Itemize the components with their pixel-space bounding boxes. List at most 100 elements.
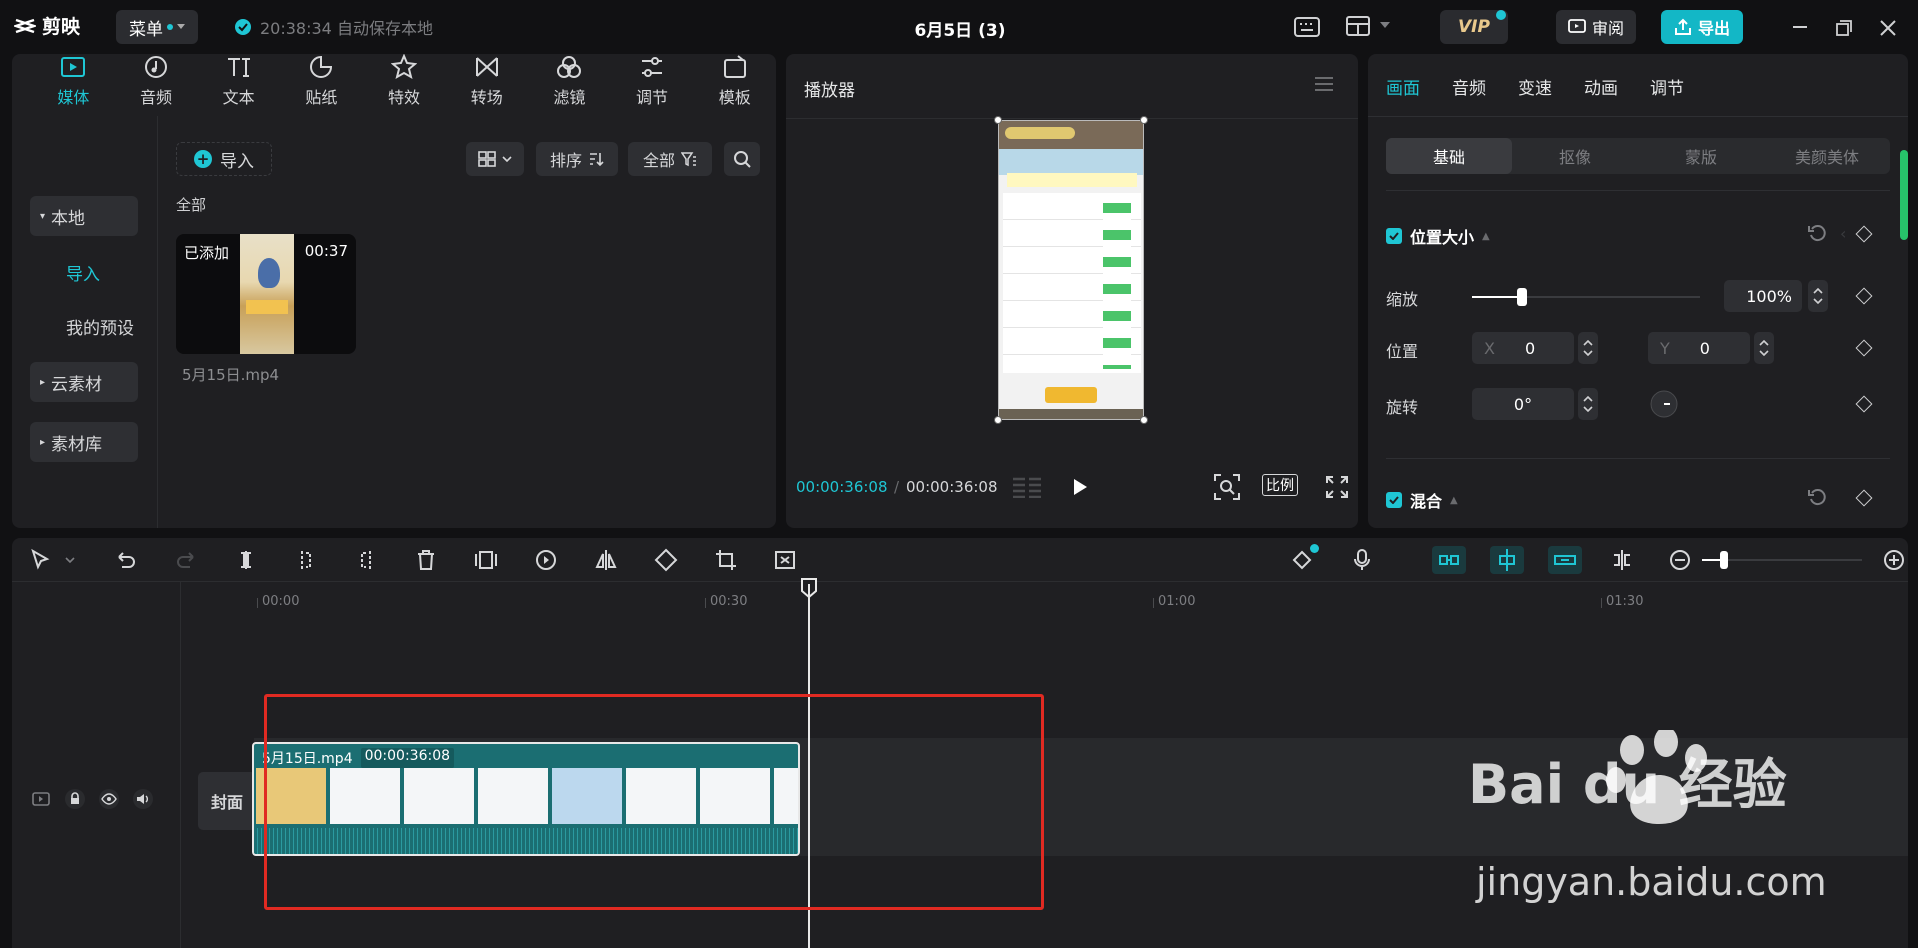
split-icon[interactable] — [234, 548, 258, 572]
menu-button[interactable]: 菜单 — [116, 10, 198, 44]
position-y-stepper[interactable] — [1754, 332, 1774, 364]
keyframe-diamond-icon[interactable] — [1855, 287, 1873, 305]
speaker-icon[interactable] — [132, 788, 154, 810]
minimize-icon[interactable] — [1792, 20, 1808, 34]
main-track-magnet-button[interactable] — [1432, 546, 1466, 574]
chevron-down-icon[interactable] — [1380, 22, 1390, 28]
freeze-frame-icon[interactable] — [474, 548, 498, 572]
hamburger-menu-icon[interactable] — [1314, 76, 1334, 92]
resize-handle[interactable] — [994, 416, 1002, 424]
scale-stepper[interactable] — [1808, 280, 1828, 312]
keyframe-diamond-icon[interactable] — [1855, 395, 1873, 413]
zoom-out-icon[interactable] — [1668, 548, 1692, 572]
sidebar-item-cloud[interactable]: ▸ 云素材 — [30, 362, 138, 402]
cover-button[interactable]: 封面 — [198, 772, 256, 830]
play-icon[interactable] — [1072, 478, 1088, 496]
trim-left-icon[interactable] — [294, 548, 318, 572]
sidebar-item-import[interactable]: 导入 — [30, 252, 138, 292]
frame-grid-icon[interactable] — [1012, 476, 1042, 498]
scale-input[interactable]: 100% — [1724, 280, 1802, 312]
ratio-button[interactable]: 比例 — [1262, 474, 1298, 496]
tab-adjust[interactable]: 调节 — [611, 54, 694, 116]
tab-audio[interactable]: 音频 — [115, 54, 198, 116]
rotate-input[interactable]: 0° — [1472, 388, 1574, 420]
search-button[interactable] — [724, 142, 760, 176]
review-button[interactable]: 审阅 — [1556, 10, 1636, 44]
reset-icon[interactable] — [1808, 224, 1826, 242]
filter-button[interactable]: 全部 — [628, 142, 712, 176]
subtab-cutout[interactable]: 抠像 — [1512, 138, 1638, 174]
crop-icon[interactable] — [714, 548, 738, 572]
reverse-icon[interactable] — [534, 548, 558, 572]
lock-icon[interactable] — [64, 788, 86, 810]
sort-button[interactable]: 排序 — [536, 142, 618, 176]
mirror-icon[interactable] — [594, 548, 618, 572]
tab-filter[interactable]: 滤镜 — [528, 54, 611, 116]
subtab-beauty[interactable]: 美颜美体 — [1764, 138, 1890, 174]
position-x-field[interactable]: X 0 — [1472, 332, 1574, 364]
rotate-dial-icon[interactable] — [1650, 390, 1678, 418]
tab-transition[interactable]: 转场 — [445, 54, 528, 116]
scale-slider-track[interactable] — [1472, 288, 1700, 306]
keyframe-diamond-icon[interactable] — [1855, 339, 1873, 357]
tab-template[interactable]: 模板 — [693, 54, 776, 116]
tab-adjust[interactable]: 调节 — [1650, 74, 1684, 99]
props-scrollbar[interactable] — [1900, 150, 1908, 240]
layout-icon[interactable] — [1346, 16, 1370, 36]
eye-icon[interactable] — [98, 788, 120, 810]
resize-handle[interactable] — [1140, 416, 1148, 424]
tab-animation[interactable]: 动画 — [1584, 74, 1618, 99]
tab-speed[interactable]: 变速 — [1518, 74, 1552, 99]
subtab-basic[interactable]: 基础 — [1386, 138, 1512, 174]
video-preview[interactable] — [998, 120, 1144, 420]
tab-effects[interactable]: 特效 — [363, 54, 446, 116]
position-y-field[interactable]: Y 0 — [1648, 332, 1750, 364]
checkbox-blend[interactable] — [1386, 492, 1402, 508]
checkbox-position-size[interactable] — [1386, 228, 1402, 244]
media-clip-card[interactable]: 已添加 00:37 — [176, 234, 356, 354]
tab-text[interactable]: 文本 — [197, 54, 280, 116]
rotate-stepper[interactable] — [1578, 388, 1598, 420]
zoom-slider-thumb[interactable] — [1720, 551, 1728, 569]
position-size-header[interactable]: 位置大小 ▲ — [1386, 224, 1490, 248]
sidebar-item-library[interactable]: ▸ 素材库 — [30, 422, 138, 462]
zoom-in-icon[interactable] — [1882, 548, 1906, 572]
zoom-preview-icon[interactable] — [1214, 474, 1240, 500]
auto-snap-button[interactable] — [1490, 546, 1524, 574]
export-button[interactable]: 导出 — [1661, 10, 1743, 44]
linkage-button[interactable] — [1548, 546, 1582, 574]
smart-cutout-icon[interactable] — [774, 548, 798, 572]
tab-picture[interactable]: 画面 — [1386, 74, 1420, 99]
resize-handle[interactable] — [1140, 116, 1148, 124]
tab-sticker[interactable]: 贴纸 — [280, 54, 363, 116]
reset-icon[interactable] — [1808, 488, 1826, 506]
sidebar-item-my-presets[interactable]: 我的预设 — [30, 306, 154, 346]
keyboard-icon[interactable] — [1294, 16, 1320, 38]
keyframe-diamond-icon[interactable] — [1855, 489, 1873, 507]
zoom-slider-track[interactable] — [1702, 551, 1862, 569]
preview-axis-icon[interactable] — [1610, 548, 1634, 572]
subtab-mask[interactable]: 蒙版 — [1638, 138, 1764, 174]
chevron-down-icon[interactable] — [64, 548, 76, 572]
fullscreen-icon[interactable] — [1326, 476, 1348, 498]
prev-keyframe-icon[interactable]: ‹ — [1840, 224, 1846, 243]
select-cursor-icon[interactable] — [28, 548, 52, 572]
undo-icon[interactable] — [114, 548, 138, 572]
position-x-stepper[interactable] — [1578, 332, 1598, 364]
close-icon[interactable] — [1880, 20, 1896, 36]
restore-icon[interactable] — [1836, 20, 1852, 36]
tab-audio[interactable]: 音频 — [1452, 74, 1486, 99]
blend-header[interactable]: 混合 ▲ — [1386, 488, 1458, 512]
track-video-icon[interactable] — [30, 788, 52, 810]
view-toggle-button[interactable] — [466, 142, 524, 176]
import-button[interactable]: + 导入 — [176, 142, 272, 176]
microphone-icon[interactable] — [1350, 548, 1374, 572]
trim-right-icon[interactable] — [354, 548, 378, 572]
sidebar-item-local[interactable]: ▾ 本地 — [30, 196, 138, 236]
resize-handle[interactable] — [994, 116, 1002, 124]
rotate-icon[interactable] — [654, 548, 678, 572]
scale-slider-thumb[interactable] — [1517, 288, 1528, 306]
keyframe-diamond-icon[interactable] — [1855, 225, 1873, 243]
tab-media[interactable]: 媒体 — [32, 54, 115, 116]
delete-icon[interactable] — [414, 548, 438, 572]
